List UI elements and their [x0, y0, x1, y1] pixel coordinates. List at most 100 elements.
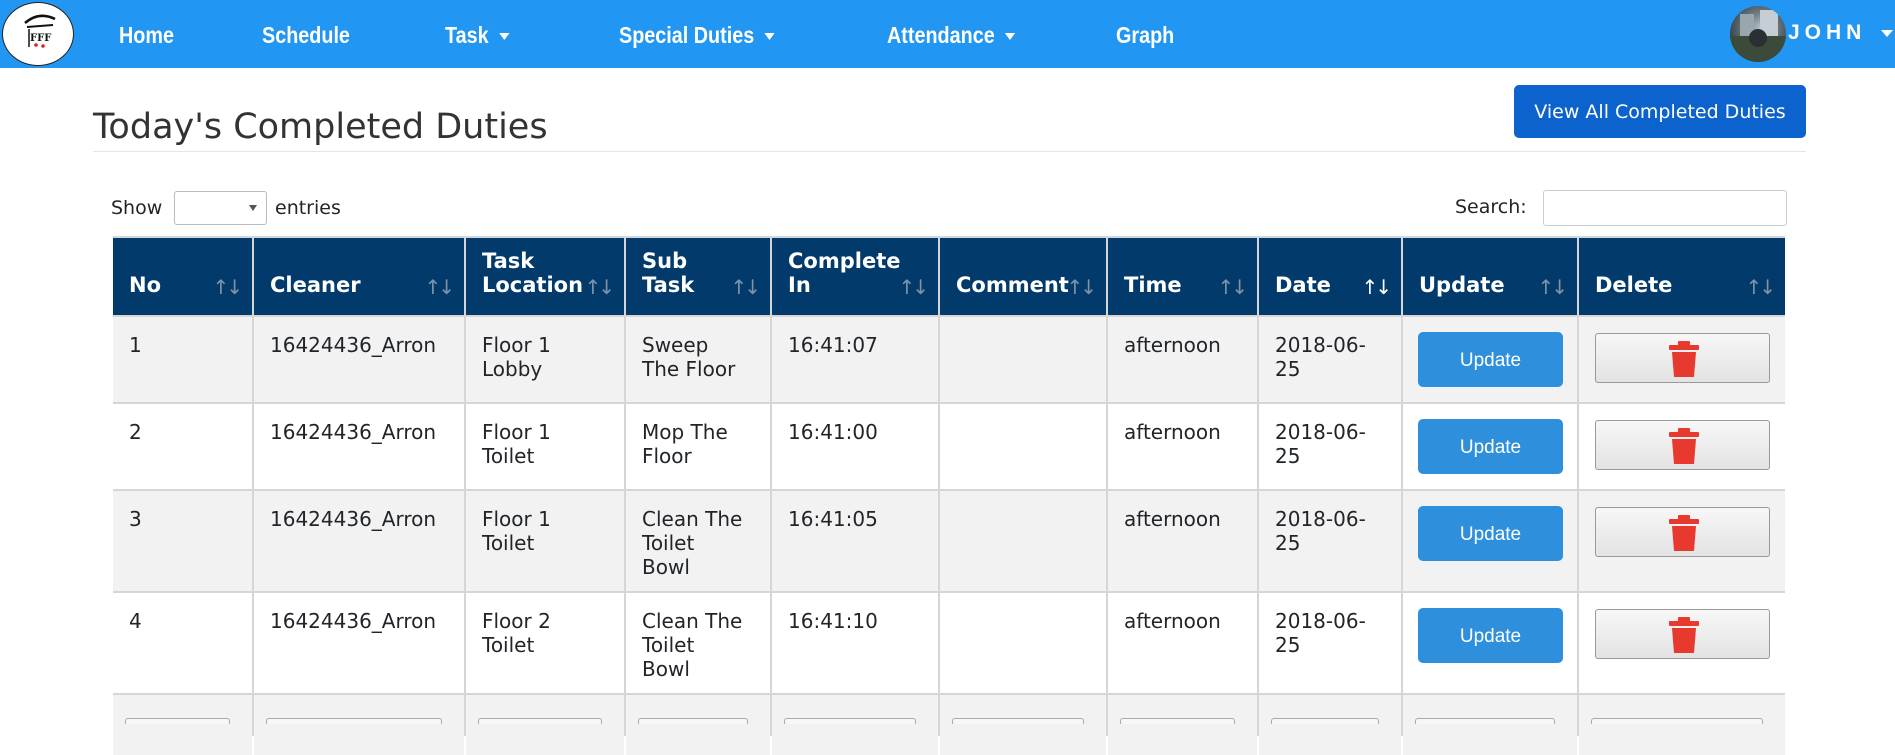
next-row-control-stub[interactable]: [784, 718, 916, 724]
header-divider: [93, 151, 1806, 152]
next-row-control-stub[interactable]: [1120, 718, 1235, 724]
nav-item-home[interactable]: Home: [119, 18, 174, 52]
nav-item-label: Schedule: [262, 22, 350, 48]
sort-arrows-icon[interactable]: ↑↓: [212, 275, 242, 299]
update-button[interactable]: Update: [1418, 332, 1563, 387]
page-title: Today's Completed Duties: [93, 107, 548, 148]
cell-text: 4: [129, 609, 142, 633]
cell-no: 3: [113, 491, 252, 591]
user-avatar[interactable]: [1730, 6, 1786, 62]
chevron-down-icon: [1005, 33, 1016, 41]
cell-text: Floor 1 Toilet: [482, 507, 551, 555]
cell-text: afternoon: [1124, 609, 1221, 633]
column-header-update[interactable]: Update ↑↓: [1403, 238, 1577, 315]
next-row-control-stub[interactable]: [125, 718, 230, 724]
cell-date: 2018-06- 25: [1259, 317, 1401, 402]
cell-delete-action: [1579, 404, 1785, 489]
cell-text: 16424436_Arron: [270, 420, 437, 444]
next-row-control-stub[interactable]: [1591, 718, 1763, 724]
column-header-time[interactable]: Time ↑↓: [1108, 238, 1257, 315]
delete-button[interactable]: [1595, 609, 1770, 659]
user-menu-chevron-down-icon[interactable]: [1881, 30, 1893, 37]
next-row-control-stub[interactable]: [952, 718, 1084, 724]
cell-text: 1: [129, 333, 142, 357]
column-header-label: Date: [1275, 273, 1331, 297]
column-header-cleaner[interactable]: Cleaner ↑↓: [254, 238, 464, 315]
sort-arrows-icon[interactable]: ↑↓: [730, 275, 760, 299]
next-row-control-stub[interactable]: [638, 718, 748, 724]
delete-button[interactable]: [1595, 333, 1770, 383]
nav-item-task[interactable]: Task: [445, 18, 510, 52]
sort-arrows-icon[interactable]: ↑↓: [1066, 275, 1096, 299]
cell-text: afternoon: [1124, 507, 1221, 531]
cell-text: Clean The Toilet Bowl: [642, 507, 743, 579]
entries-label: entries: [275, 197, 341, 219]
sort-arrows-icon[interactable]: ↑↓: [1217, 275, 1247, 299]
update-button[interactable]: Update: [1418, 419, 1563, 474]
delete-button[interactable]: [1595, 420, 1770, 470]
cell-text: 16:41:05: [788, 507, 878, 531]
next-row-control-stub[interactable]: [478, 718, 602, 724]
sort-arrows-icon[interactable]: ↑↓: [1361, 275, 1391, 299]
cell-sub-task: Clean The Toilet Bowl: [626, 491, 770, 591]
column-header-task-location[interactable]: Task Location ↑↓: [466, 238, 624, 315]
cell-next-row: [1579, 695, 1785, 755]
cell-text: Floor 2 Toilet: [482, 609, 551, 657]
cell-text: 2018-06- 25: [1275, 507, 1366, 555]
nav-item-special-duties[interactable]: Special Duties: [619, 18, 775, 52]
nav-item-attendance[interactable]: Attendance: [887, 18, 1016, 52]
logo-text: FFF: [30, 33, 51, 44]
nav-item-schedule[interactable]: Schedule: [262, 18, 350, 52]
cell-complete-in: 16:41:10: [772, 593, 938, 693]
cell-text: afternoon: [1124, 420, 1221, 444]
column-header-comment[interactable]: Comment ↑↓: [940, 238, 1106, 315]
cell-task-location: Floor 1 Toilet: [466, 404, 624, 489]
next-row-control-stub[interactable]: [266, 718, 442, 724]
cell-delete-action: [1579, 491, 1785, 591]
search-input[interactable]: [1543, 190, 1787, 226]
cell-text: Floor 1 Toilet: [482, 420, 551, 468]
brand-logo[interactable]: FFF: [2, 2, 74, 66]
delete-button[interactable]: [1595, 507, 1770, 557]
cell-text: Sweep The Floor: [642, 333, 736, 381]
column-header-label: Complete In: [788, 249, 901, 297]
sort-arrows-icon[interactable]: ↑↓: [584, 275, 614, 299]
column-header-complete-in[interactable]: Complete In ↑↓: [772, 238, 938, 315]
cell-comment: [940, 593, 1106, 693]
column-header-sub-task[interactable]: Sub Task ↑↓: [626, 238, 770, 315]
cell-next-row: [466, 695, 624, 755]
chevron-down-icon: [764, 33, 775, 41]
cell-comment: [940, 317, 1106, 402]
next-row-control-stub[interactable]: [1271, 718, 1379, 724]
cell-next-row: [1403, 695, 1577, 755]
next-row-control-stub[interactable]: [1415, 718, 1555, 724]
nav-item-graph[interactable]: Graph: [1116, 18, 1174, 52]
sort-arrows-icon[interactable]: ↑↓: [898, 275, 928, 299]
completed-duties-table: No ↑↓ Cleaner ↑↓ Task Location ↑↓ Sub Task ↑↓ Co…: [113, 236, 1785, 755]
cell-no: 2: [113, 404, 252, 489]
sort-arrows-icon[interactable]: ↑↓: [1745, 275, 1775, 299]
column-header-date[interactable]: Date ↑↓: [1259, 238, 1401, 315]
view-all-completed-duties-button[interactable]: View All Completed Duties: [1514, 85, 1806, 138]
cell-text: 3: [129, 507, 142, 531]
cell-text: 16424436_Arron: [270, 609, 437, 633]
cell-cleaner: 16424436_Arron: [254, 317, 464, 402]
update-button[interactable]: Update: [1418, 506, 1563, 561]
cell-sub-task: Sweep The Floor: [626, 317, 770, 402]
sort-arrows-icon[interactable]: ↑↓: [424, 275, 454, 299]
cell-time: afternoon: [1108, 317, 1257, 402]
column-header-delete[interactable]: Delete ↑↓: [1579, 238, 1785, 315]
column-header-label: Task Location: [482, 249, 584, 297]
user-name[interactable]: JOHN: [1788, 16, 1866, 50]
cell-sub-task: Clean The Toilet Bowl: [626, 593, 770, 693]
logo-mark-icon: FFF: [24, 14, 56, 48]
entries-per-page-select[interactable]: [174, 191, 267, 225]
column-header-label: Time: [1124, 273, 1182, 297]
update-button[interactable]: Update: [1418, 608, 1563, 663]
column-header-no[interactable]: No ↑↓: [113, 238, 252, 315]
show-label: Show: [111, 197, 163, 219]
cell-text: 2018-06- 25: [1275, 609, 1366, 657]
sort-arrows-icon[interactable]: ↑↓: [1537, 275, 1567, 299]
cell-update-action: Update: [1403, 491, 1577, 591]
cell-delete-action: [1579, 593, 1785, 693]
